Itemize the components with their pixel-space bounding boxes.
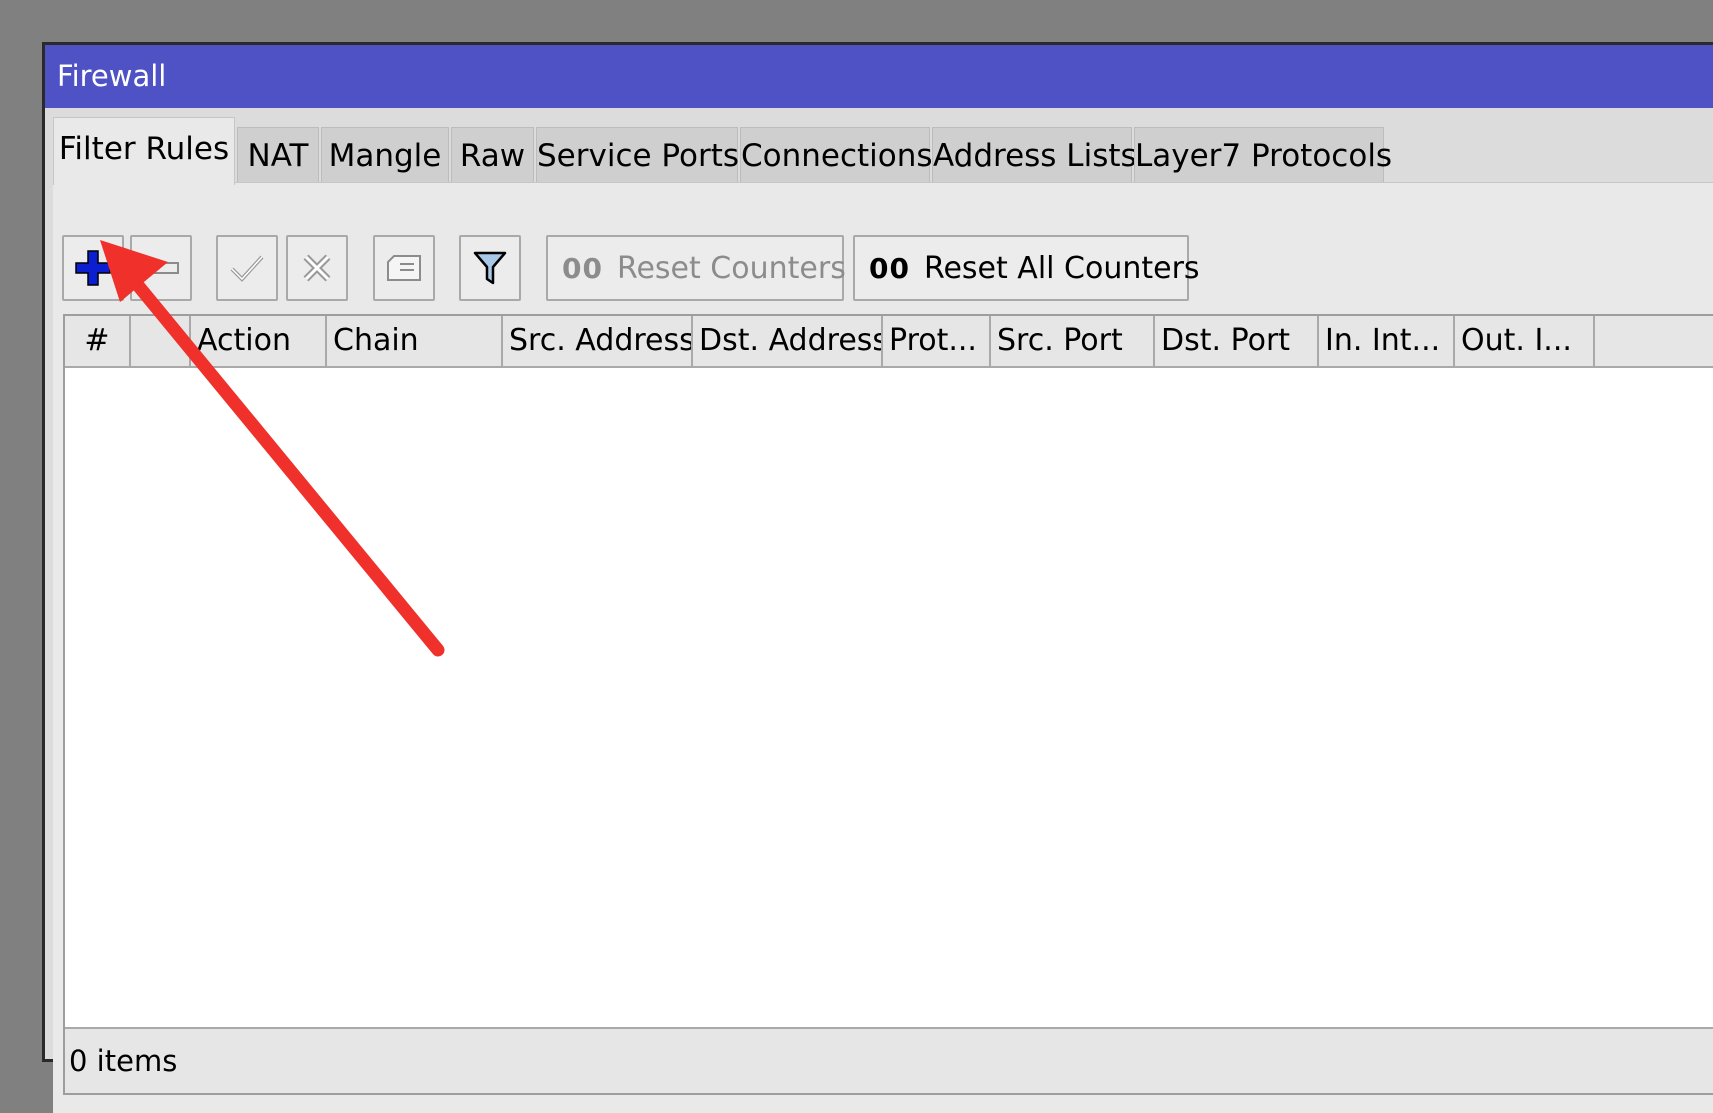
remove-button[interactable] (130, 235, 192, 301)
column-header-out-interface[interactable]: Out. I... (1455, 316, 1595, 366)
tab-address-lists[interactable]: Address Lists (932, 127, 1137, 183)
comment-button[interactable] (373, 235, 435, 301)
tab-mangle[interactable]: Mangle (321, 127, 449, 183)
filter-rules-panel: 00 Reset Counters 00 Reset All Counters … (53, 182, 1713, 1113)
add-button[interactable] (62, 235, 124, 301)
status-bar: 0 items (65, 1027, 1713, 1093)
column-header-protocol[interactable]: Prot... (883, 316, 991, 366)
cross-icon (303, 254, 331, 282)
table-header: # Action Chain Src. Address Dst. Address… (65, 316, 1713, 368)
rules-table: # Action Chain Src. Address Dst. Address… (63, 314, 1713, 1095)
counter-icon: 00 (869, 251, 910, 285)
tab-nat[interactable]: NAT (237, 127, 319, 183)
tab-service-ports[interactable]: Service Ports (536, 127, 739, 183)
funnel-icon (473, 251, 507, 285)
column-header-in-interface[interactable]: In. Int... (1319, 316, 1455, 366)
column-header-flags[interactable] (131, 316, 191, 366)
column-header-dst-port[interactable]: Dst. Port (1155, 316, 1319, 366)
column-header-chain[interactable]: Chain (327, 316, 503, 366)
tab-connections[interactable]: Connections (740, 127, 933, 183)
column-header-dst-address[interactable]: Dst. Address (693, 316, 883, 366)
reset-counters-button[interactable]: 00 Reset Counters (546, 235, 846, 301)
minus-icon (143, 262, 179, 274)
check-icon (230, 255, 264, 282)
column-header-src-address[interactable]: Src. Address (503, 316, 693, 366)
reset-all-counters-label: Reset All Counters (923, 250, 1200, 286)
plus-icon (75, 250, 111, 286)
reset-counters-label: Reset Counters (616, 250, 846, 286)
counter-icon: 00 (562, 251, 603, 285)
tab-bar: Filter Rules NAT Mangle Raw Service Port… (53, 117, 1713, 185)
disable-button[interactable] (286, 235, 348, 301)
column-header-src-port[interactable]: Src. Port (991, 316, 1155, 366)
tab-raw[interactable]: Raw (451, 127, 534, 183)
reset-all-counters-button[interactable]: 00 Reset All Counters (853, 235, 1200, 301)
enable-button[interactable] (216, 235, 278, 301)
column-header-number[interactable]: # (65, 316, 131, 366)
firewall-window: Firewall Filter Rules NAT Mangle Raw Ser… (42, 42, 1713, 1113)
column-header-action[interactable]: Action (191, 316, 327, 366)
filter-button[interactable] (459, 235, 521, 301)
note-icon (387, 255, 421, 281)
window-title[interactable]: Firewall (45, 45, 1713, 108)
tab-filter-rules[interactable]: Filter Rules (53, 117, 235, 185)
tab-layer7-protocols[interactable]: Layer7 Protocols (1134, 127, 1392, 183)
